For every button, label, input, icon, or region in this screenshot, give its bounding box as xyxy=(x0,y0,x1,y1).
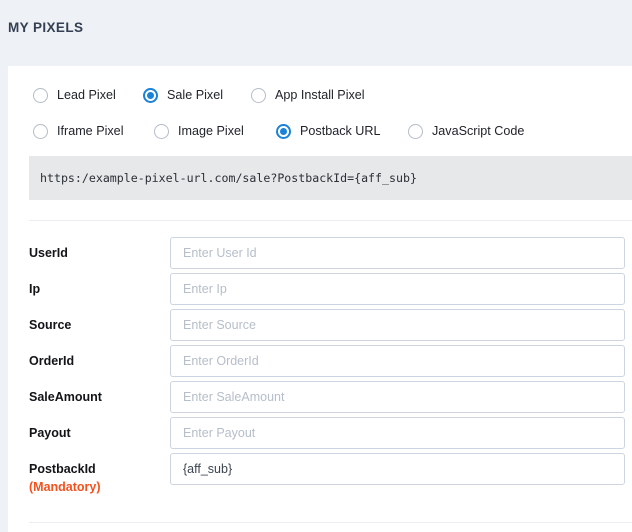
radio-label: JavaScript Code xyxy=(432,124,525,138)
divider-bottom xyxy=(29,522,632,523)
field-label: UserId xyxy=(29,246,68,260)
form-row-saleamount: SaleAmount xyxy=(8,380,632,416)
radio-label: Sale Pixel xyxy=(167,88,224,102)
field-label: Payout xyxy=(29,426,71,440)
radio-label: Postback URL xyxy=(300,124,381,138)
radio-circle-icon xyxy=(408,123,423,139)
radio-postback-url[interactable]: Postback URL xyxy=(276,120,381,142)
field-input-source[interactable] xyxy=(170,309,625,341)
field-label: OrderId xyxy=(29,354,75,368)
page-title: MY PIXELS xyxy=(8,20,84,35)
url-preview-block[interactable]: https:/example-pixel-url.com/sale?Postba… xyxy=(29,156,632,200)
form-row-postbackid: PostbackId (Mandatory) xyxy=(8,452,632,504)
form-row-source: Source xyxy=(8,308,632,344)
my-pixels-page: MY PIXELS Lead Pixel Sale Pixel App Inst… xyxy=(0,0,632,532)
field-input-saleamount[interactable] xyxy=(170,381,625,413)
form-row-ip: Ip xyxy=(8,272,632,308)
form-row-userid: UserId xyxy=(8,236,632,272)
radio-circle-icon xyxy=(251,87,266,103)
radio-label: Iframe Pixel xyxy=(57,124,124,138)
radio-javascript-code[interactable]: JavaScript Code xyxy=(408,120,524,142)
radio-iframe-pixel[interactable]: Iframe Pixel xyxy=(33,120,124,142)
divider-top xyxy=(29,220,632,221)
mandatory-note: (Mandatory) xyxy=(29,480,101,494)
radio-app-install-pixel[interactable]: App Install Pixel xyxy=(251,84,365,106)
radio-label: Image Pixel xyxy=(178,124,244,138)
field-label: SaleAmount xyxy=(29,390,102,404)
pixel-parameters-form: UserId Ip Source OrderId SaleAmount Payo xyxy=(8,236,632,504)
field-label: Source xyxy=(29,318,72,332)
field-input-payout[interactable] xyxy=(170,417,625,449)
radio-circle-icon xyxy=(276,123,291,139)
radio-circle-icon xyxy=(143,87,158,103)
radio-image-pixel[interactable]: Image Pixel xyxy=(154,120,244,142)
form-row-orderid: OrderId xyxy=(8,344,632,380)
field-input-orderid[interactable] xyxy=(170,345,625,377)
pixel-settings-card: Lead Pixel Sale Pixel App Install Pixel … xyxy=(8,66,632,532)
radio-circle-icon xyxy=(33,123,48,139)
url-preview-text: https:/example-pixel-url.com/sale?Postba… xyxy=(40,171,417,185)
form-row-payout: Payout xyxy=(8,416,632,452)
field-label: PostbackId xyxy=(29,462,96,476)
radio-circle-icon xyxy=(154,123,169,139)
field-input-postbackid[interactable] xyxy=(170,453,625,485)
radio-label: App Install Pixel xyxy=(275,88,365,102)
radio-circle-icon xyxy=(33,87,48,103)
radio-lead-pixel[interactable]: Lead Pixel xyxy=(33,84,116,106)
radio-label: Lead Pixel xyxy=(57,88,116,102)
page-header: MY PIXELS xyxy=(0,0,632,56)
field-input-userid[interactable] xyxy=(170,237,625,269)
radio-sale-pixel[interactable]: Sale Pixel xyxy=(143,84,223,106)
field-input-ip[interactable] xyxy=(170,273,625,305)
field-label: Ip xyxy=(29,282,41,296)
pixel-type-radio-group: Lead Pixel Sale Pixel App Install Pixel xyxy=(8,84,632,106)
delivery-method-radio-group: Iframe Pixel Image Pixel Postback URL Ja… xyxy=(8,120,632,142)
